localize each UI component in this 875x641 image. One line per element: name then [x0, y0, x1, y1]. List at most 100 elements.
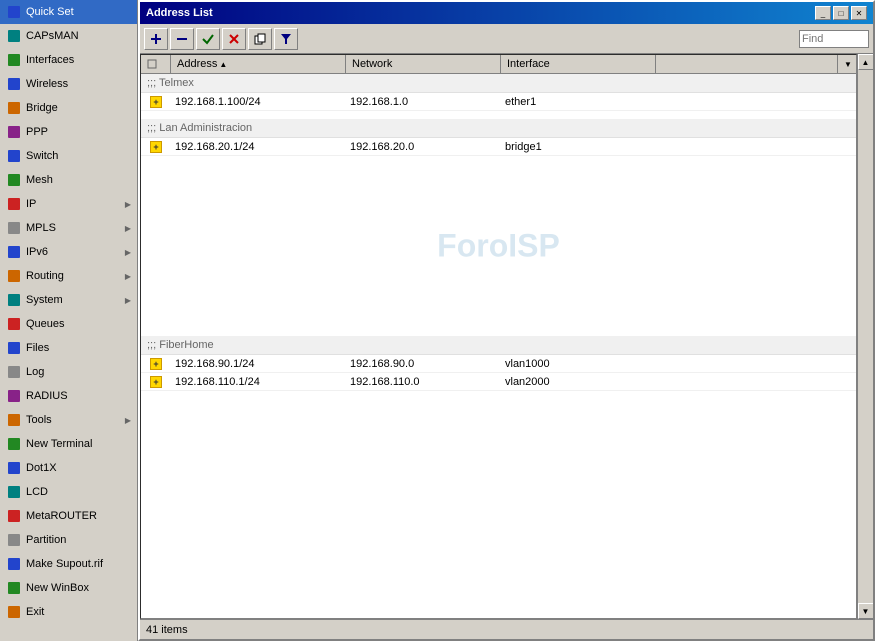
find-box — [799, 30, 869, 48]
window-titlebar: Address List _ □ ✕ — [140, 2, 873, 24]
row-address: 192.168.20.1/24 — [171, 139, 346, 155]
enable-button[interactable] — [196, 28, 220, 50]
table-row[interactable]: + 192.168.1.100/24 192.168.1.0 ether1 — [141, 93, 856, 111]
address-table: Address ▲ Network Interface ▼ — [140, 54, 857, 619]
sidebar-item-ipv6[interactable]: IPv6 — [0, 240, 137, 264]
row-interface: ether1 — [501, 94, 656, 110]
make-supout-icon — [6, 556, 22, 572]
ipv6-icon — [6, 244, 22, 260]
row-address: 192.168.90.1/24 — [171, 356, 346, 372]
sidebar-item-files[interactable]: Files — [0, 336, 137, 360]
sidebar-item-radius[interactable]: RADIUS — [0, 384, 137, 408]
tools-icon — [6, 412, 22, 428]
sidebar-item-quick-set[interactable]: Quick Set — [0, 0, 137, 24]
sort-arrow-icon: ▲ — [219, 60, 227, 69]
address-flag-icon: + — [150, 96, 162, 108]
scroll-up-button[interactable]: ▲ — [858, 54, 874, 70]
partition-icon — [6, 532, 22, 548]
row-network: 192.168.90.0 — [346, 356, 501, 372]
row-flag: + — [141, 376, 171, 388]
header-extra — [656, 55, 838, 73]
row-interface: bridge1 — [501, 139, 656, 155]
mesh-icon — [6, 172, 22, 188]
copy-button[interactable] — [248, 28, 272, 50]
disable-button[interactable] — [222, 28, 246, 50]
table-body: ;;; Telmex + 192.168.1.100/24 192.168.1.… — [141, 74, 856, 451]
header-scroll: ▼ — [838, 55, 856, 73]
header-interface[interactable]: Interface — [501, 55, 656, 73]
sidebar-item-log[interactable]: Log — [0, 360, 137, 384]
lcd-icon — [6, 484, 22, 500]
address-flag-icon: + — [150, 358, 162, 370]
sidebar-item-exit[interactable]: Exit — [0, 600, 137, 624]
queues-icon — [6, 316, 22, 332]
sidebar-item-tools[interactable]: Tools — [0, 408, 137, 432]
filter-button[interactable] — [274, 28, 298, 50]
close-button[interactable]: ✕ — [851, 6, 867, 20]
sidebar-item-bridge[interactable]: Bridge — [0, 96, 137, 120]
dropdown-icon: ▼ — [844, 60, 852, 69]
maximize-button[interactable]: □ — [833, 6, 849, 20]
dot1x-icon — [6, 460, 22, 476]
sidebar-item-new-winbox[interactable]: New WinBox — [0, 576, 137, 600]
window-controls: _ □ ✕ — [815, 6, 867, 20]
row-interface: vlan2000 — [501, 374, 656, 390]
system-arrow-icon — [125, 296, 131, 305]
group-telmex: ;;; Telmex — [141, 74, 856, 93]
address-flag-icon: + — [150, 141, 162, 153]
item-count: 41 items — [146, 624, 188, 636]
sidebar-item-wireless[interactable]: Wireless — [0, 72, 137, 96]
row-address: 192.168.110.1/24 — [171, 374, 346, 390]
sidebar-item-lcd[interactable]: LCD — [0, 480, 137, 504]
sidebar-item-mesh[interactable]: Mesh — [0, 168, 137, 192]
find-input[interactable] — [799, 30, 869, 48]
sidebar-item-system[interactable]: System — [0, 288, 137, 312]
remove-button[interactable] — [170, 28, 194, 50]
scroll-down-button[interactable]: ▼ — [858, 603, 874, 619]
add-button[interactable] — [144, 28, 168, 50]
sidebar-item-ip[interactable]: IP — [0, 192, 137, 216]
radius-icon — [6, 388, 22, 404]
sidebar-item-partition[interactable]: Partition — [0, 528, 137, 552]
table-row[interactable]: + 192.168.20.1/24 192.168.20.0 bridge1 — [141, 138, 856, 156]
row-flag: + — [141, 358, 171, 370]
address-flag-icon: + — [150, 376, 162, 388]
scrollbar[interactable]: ▲ ▼ — [857, 54, 873, 619]
header-network[interactable]: Network — [346, 55, 501, 73]
table-row[interactable]: + 192.168.110.1/24 192.168.110.0 vlan200… — [141, 373, 856, 391]
ip-icon — [6, 196, 22, 212]
sidebar-item-routing[interactable]: Routing — [0, 264, 137, 288]
minimize-button[interactable]: _ — [815, 6, 831, 20]
wireless-icon — [6, 76, 22, 92]
sidebar-item-dot1x[interactable]: Dot1X — [0, 456, 137, 480]
bridge-icon — [6, 100, 22, 116]
row-network: 192.168.110.0 — [346, 374, 501, 390]
row-address: 192.168.1.100/24 — [171, 94, 346, 110]
sidebar-item-mpls[interactable]: MPLS — [0, 216, 137, 240]
exit-icon — [6, 604, 22, 620]
quick-set-icon — [6, 4, 22, 20]
system-icon — [6, 292, 22, 308]
sidebar-item-switch[interactable]: Switch — [0, 144, 137, 168]
header-address[interactable]: Address ▲ — [171, 55, 346, 73]
ppp-icon — [6, 124, 22, 140]
sidebar-item-capsman[interactable]: CAPsMAN — [0, 24, 137, 48]
new-terminal-icon — [6, 436, 22, 452]
status-bar: 41 items — [140, 619, 873, 639]
table-header: Address ▲ Network Interface ▼ — [141, 55, 856, 74]
mpls-icon — [6, 220, 22, 236]
interfaces-icon — [6, 52, 22, 68]
sidebar-item-interfaces[interactable]: Interfaces — [0, 48, 137, 72]
sidebar-item-ppp[interactable]: PPP — [0, 120, 137, 144]
header-flag — [141, 55, 171, 73]
sidebar-item-metarouter[interactable]: MetaROUTER — [0, 504, 137, 528]
switch-icon — [6, 148, 22, 164]
row-network: 192.168.20.0 — [346, 139, 501, 155]
sidebar-item-make-supout[interactable]: Make Supout.rif — [0, 552, 137, 576]
sidebar-item-new-terminal[interactable]: New Terminal — [0, 432, 137, 456]
sidebar-item-queues[interactable]: Queues — [0, 312, 137, 336]
table-row[interactable]: + 192.168.90.1/24 192.168.90.0 vlan1000 — [141, 355, 856, 373]
capsman-icon — [6, 28, 22, 44]
log-icon — [6, 364, 22, 380]
routing-arrow-icon — [125, 272, 131, 281]
